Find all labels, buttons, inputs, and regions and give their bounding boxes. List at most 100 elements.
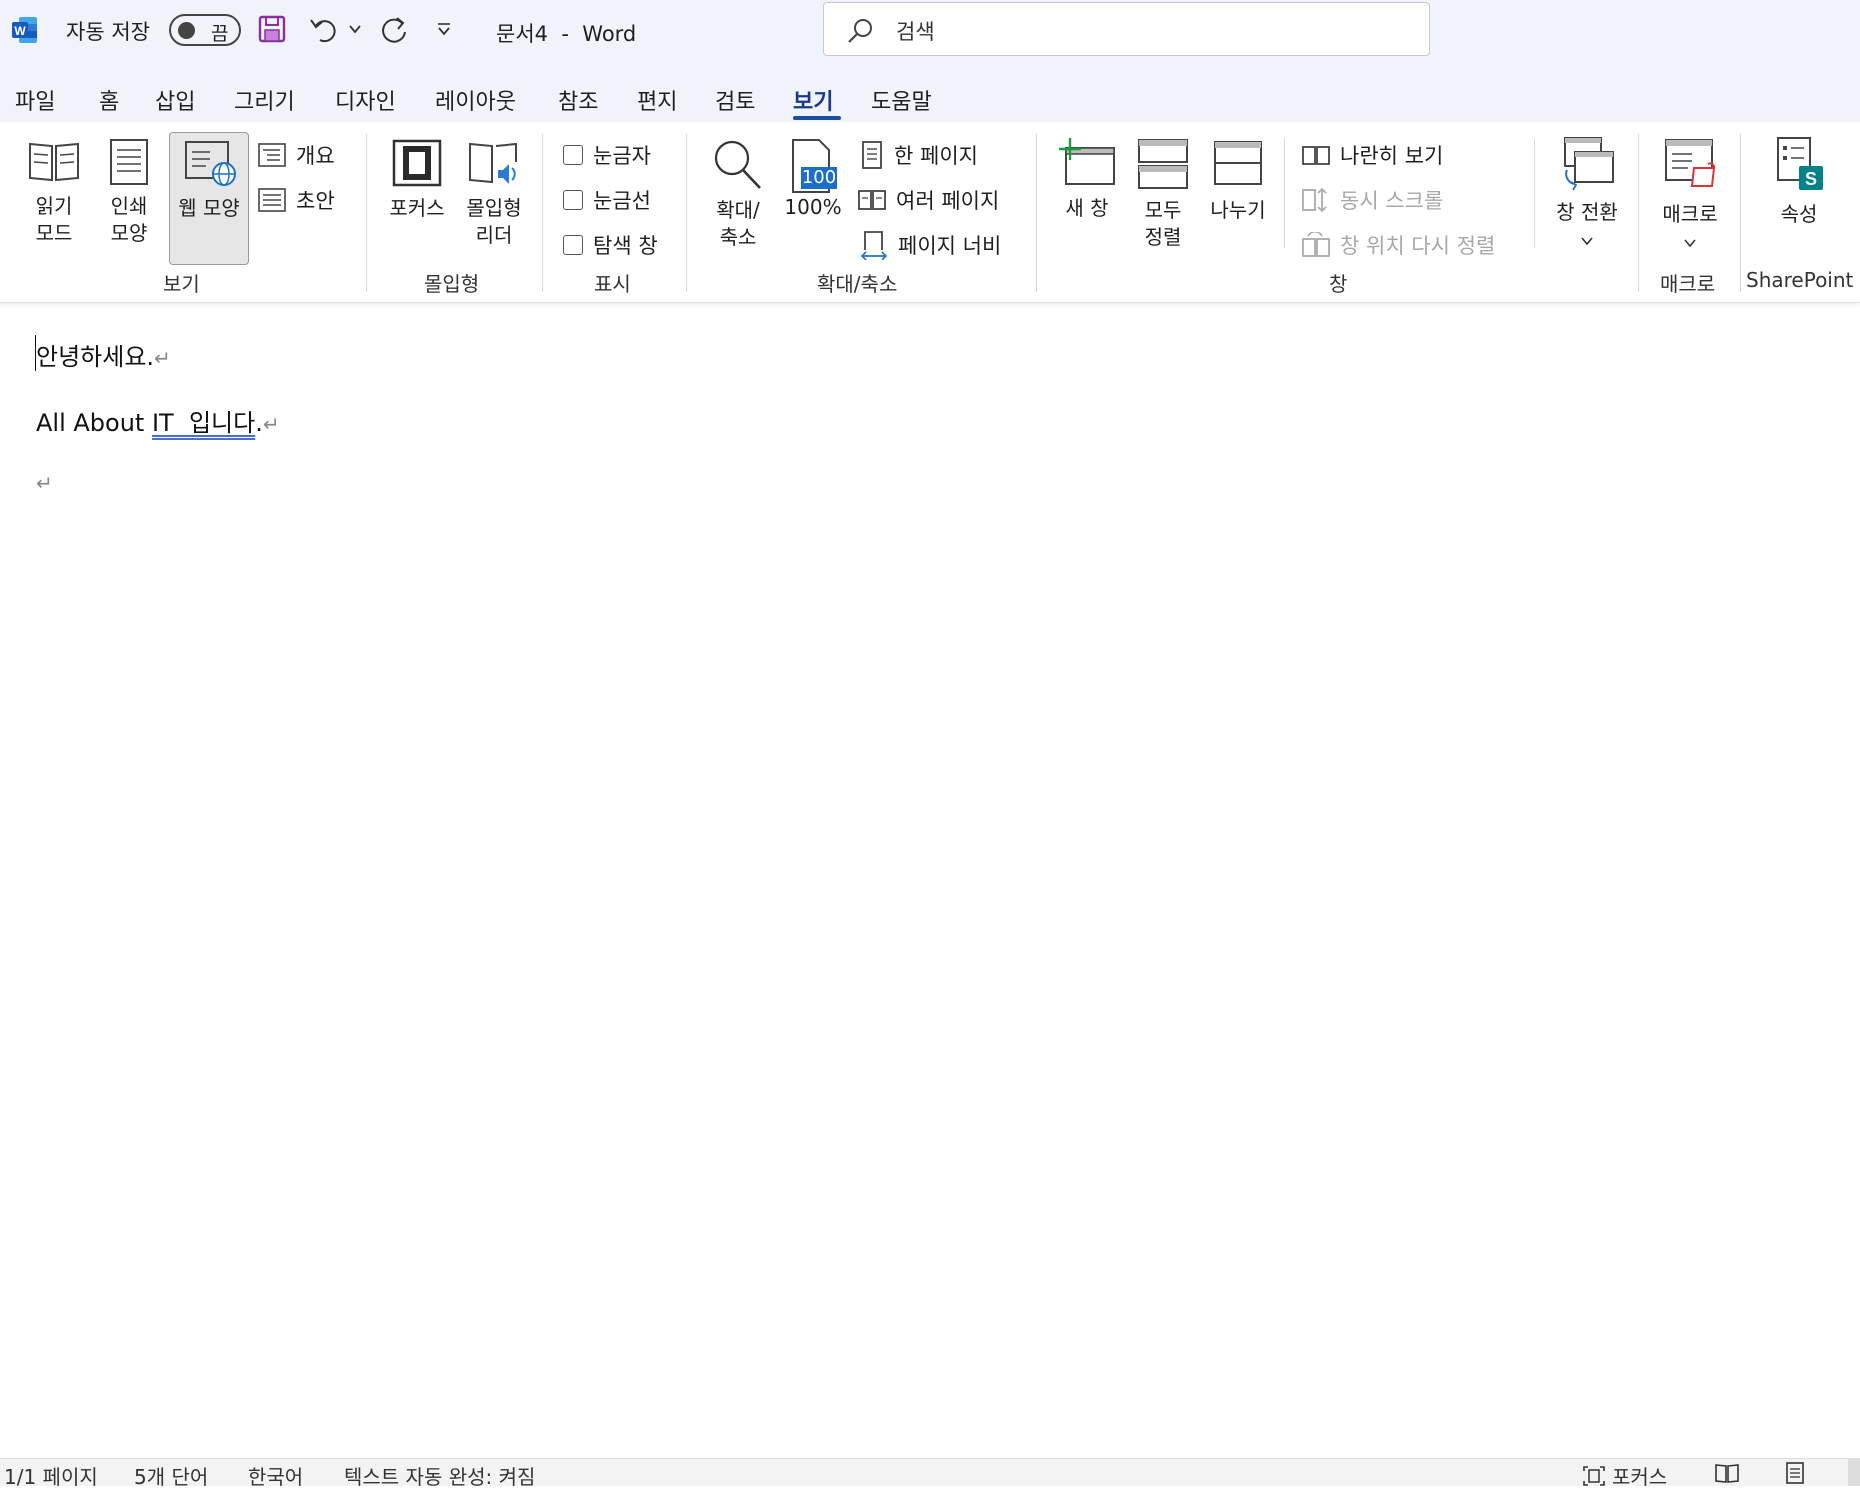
tab-mailings[interactable]: 편지 <box>637 84 677 116</box>
focus-icon <box>1583 1465 1605 1486</box>
macros-button[interactable]: 매크로 <box>1652 138 1728 255</box>
zoom-button[interactable]: 확대/ 축소 <box>704 138 772 251</box>
web-layout-view-icon[interactable] <box>1848 1459 1860 1486</box>
switch-windows-label: 창 전환 <box>1556 200 1618 224</box>
undo-dropdown-icon[interactable] <box>348 22 362 36</box>
sharepoint-properties-icon: S <box>1777 137 1823 190</box>
group-divider <box>1036 134 1037 292</box>
save-icon[interactable] <box>258 14 286 44</box>
outline-label: 개요 <box>296 144 335 168</box>
ruler-checkbox[interactable]: 눈금자 <box>563 140 651 170</box>
new-window-button[interactable]: 새 창 <box>1054 136 1120 222</box>
sync-scroll-label: 동시 스크롤 <box>1340 189 1444 213</box>
zoom-100-icon: 100 <box>789 138 837 194</box>
focus-mode-button[interactable]: 포커스 <box>1582 1461 1667 1490</box>
paragraph-mark: ↵ <box>262 412 280 436</box>
one-page-icon <box>862 141 882 169</box>
group-divider <box>542 134 543 292</box>
group-divider <box>1740 134 1741 292</box>
read-mode-view-icon[interactable] <box>1714 1462 1740 1484</box>
search-input[interactable]: 검색 <box>823 2 1430 56</box>
properties-button[interactable]: S 속성 <box>1764 136 1834 228</box>
tab-home[interactable]: 홈 <box>99 84 119 116</box>
zoom-100-badge: 100 <box>801 167 837 189</box>
search-placeholder: 검색 <box>896 20 935 44</box>
document-canvas[interactable] <box>0 303 1860 1453</box>
arrange-all-label-1: 모두 <box>1144 198 1182 222</box>
read-mode-button[interactable]: 읽기 모드 <box>22 138 86 247</box>
immersive-reader-icon <box>469 142 517 184</box>
side-by-side-button[interactable]: 나란히 보기 <box>1302 140 1443 170</box>
print-layout-view-icon[interactable] <box>1784 1462 1806 1484</box>
draft-label: 초안 <box>296 189 335 213</box>
group-label-show: 표시 <box>594 272 631 296</box>
svg-text:S: S <box>1805 169 1817 189</box>
group-label-zoom: 확대/축소 <box>817 272 898 296</box>
split-button[interactable]: 나누기 <box>1204 138 1272 224</box>
word-app-icon: W <box>12 17 37 43</box>
arrange-all-button[interactable]: 모두 정렬 <box>1130 138 1196 251</box>
tab-file[interactable]: 파일 <box>15 84 55 116</box>
outline-button[interactable]: 개요 <box>258 140 335 170</box>
undo-icon[interactable] <box>308 14 340 46</box>
document-paragraph-3[interactable]: ↵ <box>36 468 53 496</box>
switch-windows-icon <box>1564 137 1614 191</box>
language-indicator[interactable]: 한국어 <box>248 1461 303 1490</box>
group-label-window: 창 <box>1329 272 1348 296</box>
checkbox-icon <box>563 145 583 165</box>
immersive-reader-button[interactable]: 몰입형 리더 <box>458 138 530 249</box>
window-subdivider <box>1284 138 1285 248</box>
magnifier-icon <box>714 140 761 189</box>
outline-icon <box>258 143 286 167</box>
page-count[interactable]: 1/1 페이지 <box>4 1461 98 1490</box>
search-icon <box>848 19 872 43</box>
zoom-100-label: 100% <box>784 195 842 219</box>
tab-help[interactable]: 도움말 <box>871 84 932 116</box>
document-paragraph-2[interactable]: All About IT 입니다.↵ <box>36 403 280 438</box>
tab-references[interactable]: 참조 <box>558 84 598 116</box>
tab-review[interactable]: 검토 <box>715 84 755 116</box>
split-label: 나누기 <box>1210 198 1266 222</box>
redo-icon[interactable] <box>378 14 410 46</box>
proofing-flagged-text[interactable]: IT 입니다 <box>152 409 255 437</box>
multiple-pages-button[interactable]: 여러 페이지 <box>858 185 999 215</box>
tab-layout[interactable]: 레이아웃 <box>435 84 516 116</box>
zoom-100-button[interactable]: 100 100% <box>780 138 846 221</box>
group-divider <box>1638 134 1639 292</box>
text-prediction-status[interactable]: 텍스트 자동 완성: 켜짐 <box>344 1461 535 1490</box>
title-bar: W 자동 저장 끔 문서4 - Word 검색 <box>0 0 1860 62</box>
word-count[interactable]: 5개 단어 <box>134 1461 208 1490</box>
focus-icon <box>392 139 442 187</box>
tab-insert[interactable]: 삽입 <box>155 84 195 116</box>
one-page-button[interactable]: 한 페이지 <box>860 140 978 170</box>
ruler-label: 눈금자 <box>593 144 651 168</box>
tab-view[interactable]: 보기 <box>793 84 833 116</box>
page-width-button[interactable]: 페이지 너비 <box>860 230 1001 260</box>
switch-windows-button[interactable]: 창 전환 <box>1546 136 1628 253</box>
macros-label: 매크로 <box>1662 202 1718 226</box>
group-divider <box>686 134 687 292</box>
draft-button[interactable]: 초안 <box>258 185 335 215</box>
zoom-label-1: 확대/ <box>716 198 760 222</box>
page-icon <box>110 139 148 185</box>
immersive-reader-label-2: 리더 <box>475 223 513 247</box>
focus-mode-label: 포커스 <box>1612 1465 1668 1489</box>
gridlines-label: 눈금선 <box>593 189 651 213</box>
properties-label: 속성 <box>1780 202 1818 226</box>
customize-toolbar-icon[interactable] <box>435 20 453 38</box>
focus-button[interactable]: 포커스 <box>384 138 450 222</box>
paragraph-text-end: . <box>255 409 263 437</box>
nav-pane-checkbox[interactable]: 탐색 창 <box>563 230 658 260</box>
tab-draw[interactable]: 그리기 <box>234 84 295 116</box>
reset-window-position-button[interactable]: 창 위치 다시 정렬 <box>1302 230 1495 260</box>
sync-scroll-button[interactable]: 동시 스크롤 <box>1302 185 1443 215</box>
autosave-toggle[interactable]: 끔 <box>169 14 241 46</box>
print-layout-button[interactable]: 인쇄 모양 <box>100 138 158 247</box>
read-mode-label-2: 모드 <box>35 221 73 245</box>
document-paragraph-1[interactable]: 안녕하세요.↵ <box>36 337 171 372</box>
reset-position-icon <box>1302 232 1330 257</box>
gridlines-checkbox[interactable]: 눈금선 <box>563 185 651 215</box>
ribbon-view: 읽기 모드 인쇄 모양 웹 모양 개요 초안 보기 포커스 몰입형 리더 몰입형… <box>0 124 1860 303</box>
tab-design[interactable]: 디자인 <box>335 84 396 116</box>
focus-label: 포커스 <box>389 196 445 220</box>
